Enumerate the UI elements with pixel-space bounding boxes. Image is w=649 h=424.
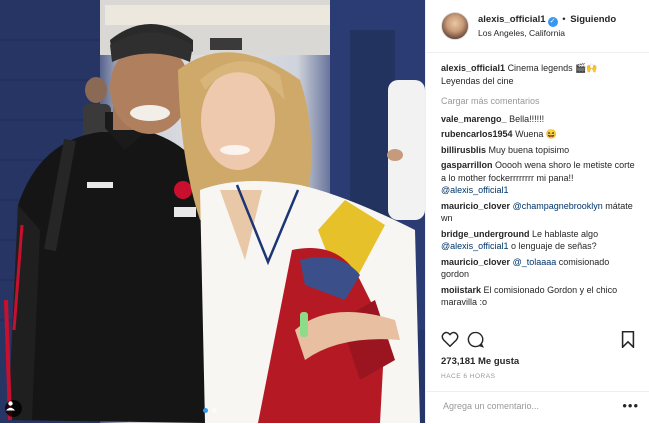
- comment-item: rubencarlos1954 Wuena 😆: [441, 128, 637, 141]
- comment-button[interactable]: [467, 331, 484, 350]
- more-options-icon[interactable]: •••: [622, 398, 639, 413]
- comments-list: alexis_official1 Cinema legends 🎬🙌 Leyen…: [441, 62, 637, 312]
- mention-link[interactable]: @_tolaaaa: [513, 257, 557, 267]
- comment-item: gasparrillon Ooooh wena shoro le metiste…: [441, 159, 637, 197]
- header-line: alexis_official1 ✓ • Siguiendo: [478, 14, 616, 27]
- likes-count[interactable]: 273,181 Me gusta: [441, 356, 519, 367]
- carousel-indicator: [203, 408, 217, 413]
- post-header: alexis_official1 ✓ • Siguiendo Los Angele…: [426, 0, 649, 53]
- comment-username[interactable]: billirusblis: [441, 145, 486, 155]
- comment-username[interactable]: bridge_underground: [441, 229, 530, 239]
- comment-text: Muy buena topisimo: [488, 144, 570, 155]
- comment-username[interactable]: moiistark: [441, 285, 481, 295]
- comment-text-tail: o lenguaje de señas?: [508, 241, 597, 251]
- user-tag-button[interactable]: [5, 400, 22, 417]
- carousel-dot[interactable]: [212, 408, 217, 413]
- bookmark-icon: [621, 331, 635, 350]
- comment-text: Le hablaste algo: [532, 228, 599, 239]
- comment-item: mauricio_clover @champagnebrooklyn mátat…: [441, 200, 637, 225]
- load-more-comments-link[interactable]: Cargar más comentarios: [441, 95, 637, 108]
- comment-text: Wuena 😆: [515, 129, 558, 139]
- save-button[interactable]: [621, 331, 635, 350]
- verified-badge-icon: ✓: [547, 17, 558, 27]
- comment-username[interactable]: gasparrillon: [441, 160, 493, 170]
- comment-container: vale_marengo_ Bella!!!!!! rubencarlos1954…: [441, 113, 637, 309]
- comment-item: vale_marengo_ Bella!!!!!!: [441, 113, 637, 126]
- separator: •: [562, 14, 566, 25]
- comment-text: Bella!!!!!!: [509, 113, 545, 124]
- mention-link[interactable]: @champagnebrooklyn: [513, 201, 603, 211]
- username-link[interactable]: alexis_official1: [478, 14, 546, 25]
- comment-item: bridge_underground Le hablaste algo @ale…: [441, 228, 637, 253]
- photo-illustration: [0, 0, 425, 423]
- comment-username[interactable]: rubencarlos1954: [441, 129, 513, 139]
- post-photo[interactable]: [0, 0, 425, 423]
- comment-item: moiistark El comisionado Gordon y el chi…: [441, 284, 637, 309]
- comment-item: billirusblis Muy buena topisimo: [441, 144, 637, 157]
- comment-username[interactable]: mauricio_clover: [441, 201, 510, 211]
- avatar[interactable]: [441, 12, 469, 40]
- add-comment-bar: •••: [426, 391, 649, 424]
- comment-username[interactable]: alexis_official1: [441, 63, 505, 73]
- location-link[interactable]: Los Angeles, California: [478, 28, 565, 38]
- heart-icon: [441, 331, 459, 348]
- following-button[interactable]: Siguiendo: [570, 14, 616, 25]
- comment-item: mauricio_clover @_tolaaaa comisionado go…: [441, 256, 637, 281]
- mention-link[interactable]: @alexis_official1: [441, 185, 509, 195]
- like-button[interactable]: [441, 331, 459, 349]
- user-tag-icon: [6, 401, 15, 411]
- carousel-dot[interactable]: [203, 408, 208, 413]
- action-bar: [441, 331, 637, 351]
- mention-link[interactable]: @alexis_official1: [441, 241, 509, 251]
- comment-username[interactable]: vale_marengo_: [441, 114, 507, 124]
- comment-input[interactable]: [441, 400, 605, 412]
- comment-username[interactable]: mauricio_clover: [441, 257, 510, 267]
- post-side-panel: alexis_official1 ✓ • Siguiendo Los Angele…: [425, 0, 649, 423]
- comment-icon: [467, 331, 484, 348]
- post-timestamp: HACE 6 HORAS: [441, 373, 496, 380]
- caption: alexis_official1 Cinema legends 🎬🙌 Leyen…: [441, 62, 637, 87]
